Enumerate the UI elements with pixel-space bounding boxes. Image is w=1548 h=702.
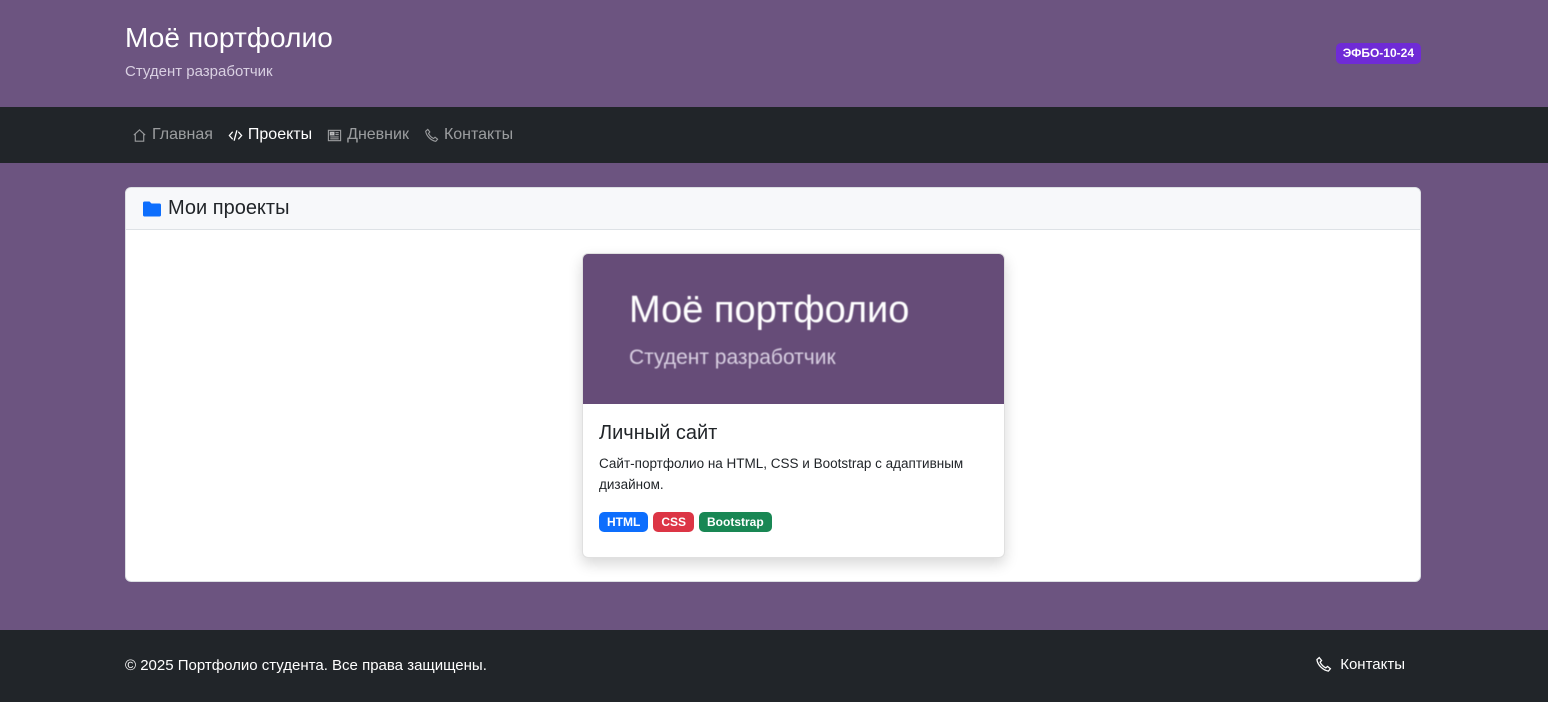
tag-html: HTML	[599, 512, 649, 532]
tag-css: CSS	[653, 512, 695, 532]
telephone-icon	[1316, 656, 1332, 672]
projects-panel-header: Мои проекты	[126, 188, 1420, 230]
site-footer: © 2025 Портфолио студента. Все права защ…	[0, 630, 1548, 702]
code-icon	[228, 129, 243, 141]
telephone-icon	[425, 128, 439, 142]
project-title: Личный сайт	[599, 422, 718, 444]
copyright-text: © 2025 Портфолио студента. Все права защ…	[125, 657, 487, 674]
nav-item-home-label: Главная	[152, 126, 213, 143]
house-icon	[133, 128, 146, 142]
nav-item-home[interactable]: Главная	[132, 126, 213, 144]
site-header: Моё портфолио Студент разработчик ЭФБО-1…	[0, 0, 1548, 107]
project-tags: HTML CSS Bootstrap	[599, 512, 772, 532]
thumbnail-title: Моё портфолио	[629, 289, 910, 331]
folder-icon	[143, 201, 161, 216]
nav-item-contacts[interactable]: Контакты	[424, 126, 513, 144]
project-card[interactable]: Моё портфолио Студент разработчик Личный…	[582, 253, 1005, 558]
site-title: Моё портфолио	[125, 22, 333, 53]
nav-item-projects-label: Проекты	[247, 126, 313, 143]
journal-icon	[327, 129, 342, 141]
projects-panel: Мои проекты Моё портфолио Студент разраб…	[125, 187, 1421, 582]
nav-list: Главная Проекты Дневник Контакты	[132, 107, 528, 163]
thumbnail-subtitle: Студент разработчик	[629, 346, 836, 369]
group-badge: ЭФБО-10-24	[1335, 43, 1421, 64]
tag-bootstrap: Bootstrap	[699, 512, 772, 532]
main-navbar: Главная Проекты Дневник Контакты	[0, 107, 1548, 163]
project-thumbnail: Моё портфолио Студент разработчик	[583, 254, 1004, 404]
project-description: Сайт-портфолио на HTML, CSS и Bootstrap …	[599, 456, 964, 492]
nav-item-journal[interactable]: Дневник	[327, 126, 409, 144]
nav-item-projects[interactable]: Проекты	[228, 126, 312, 144]
footer-contacts-label: Контакты	[1340, 656, 1405, 673]
nav-item-contacts-label: Контакты	[443, 126, 514, 143]
footer-contacts-link[interactable]: Контакты	[1315, 656, 1405, 673]
nav-item-journal-label: Дневник	[347, 126, 409, 143]
projects-title: Мои проекты	[168, 197, 290, 219]
site-subtitle: Студент разработчик	[125, 63, 273, 80]
